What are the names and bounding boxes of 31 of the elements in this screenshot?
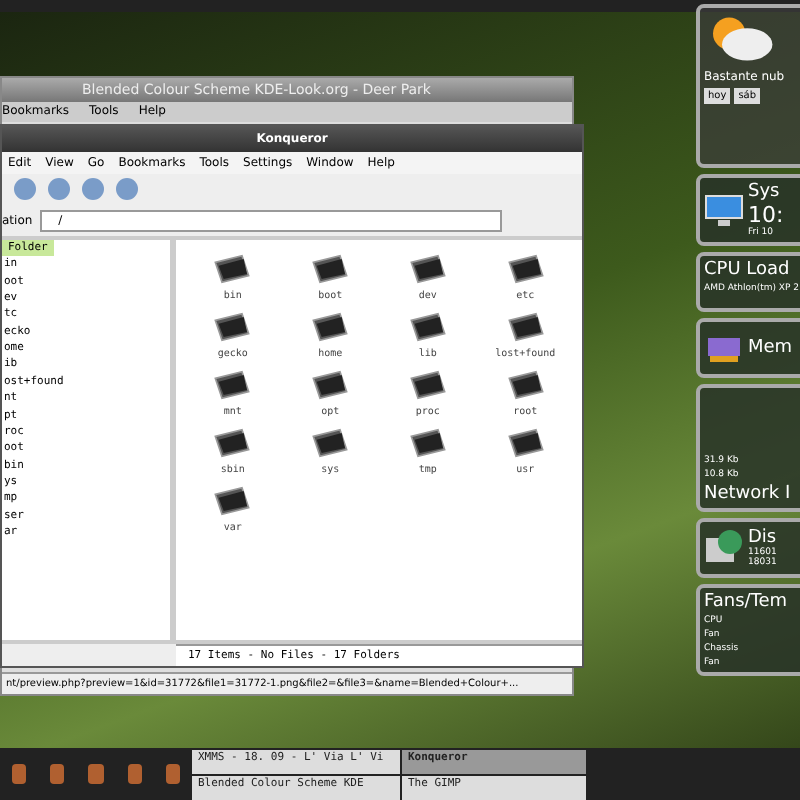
monitor-icon [704, 190, 744, 230]
folder-icon[interactable] [407, 252, 448, 286]
widget-title: Mem [748, 338, 793, 358]
folder-icon[interactable] [505, 310, 546, 344]
folder-icon[interactable] [212, 426, 253, 460]
launcher-icon[interactable] [50, 764, 65, 784]
widget-title: Network I [704, 484, 791, 504]
folder-icon[interactable] [310, 310, 351, 344]
widget-title: Dis [748, 528, 777, 548]
clock-time: 10: [748, 202, 784, 228]
folder-icon[interactable] [505, 368, 546, 402]
folder-icon[interactable] [310, 426, 351, 460]
folder-icon[interactable] [212, 368, 253, 402]
folder-icon[interactable] [212, 484, 253, 518]
widget-title: Sys [748, 182, 782, 202]
folder-icon[interactable] [407, 310, 448, 344]
launcher-icon[interactable] [12, 764, 27, 784]
folder-icon[interactable] [212, 310, 253, 344]
folder-icon[interactable] [212, 252, 253, 286]
folder-icon[interactable] [407, 368, 448, 402]
folder-icon[interactable] [505, 426, 546, 460]
launcher-icon[interactable] [88, 764, 104, 784]
launcher-icon[interactable] [127, 764, 142, 784]
folder-icon[interactable] [407, 426, 448, 460]
folder-icon[interactable] [310, 368, 351, 402]
widget-title: Fans/Tem [704, 592, 788, 612]
folder-icon[interactable] [310, 252, 351, 286]
launcher-icon[interactable] [165, 764, 181, 784]
folder-icon[interactable] [505, 252, 546, 286]
widget-title: CPU Load [704, 260, 790, 280]
disk-icon [704, 528, 744, 568]
